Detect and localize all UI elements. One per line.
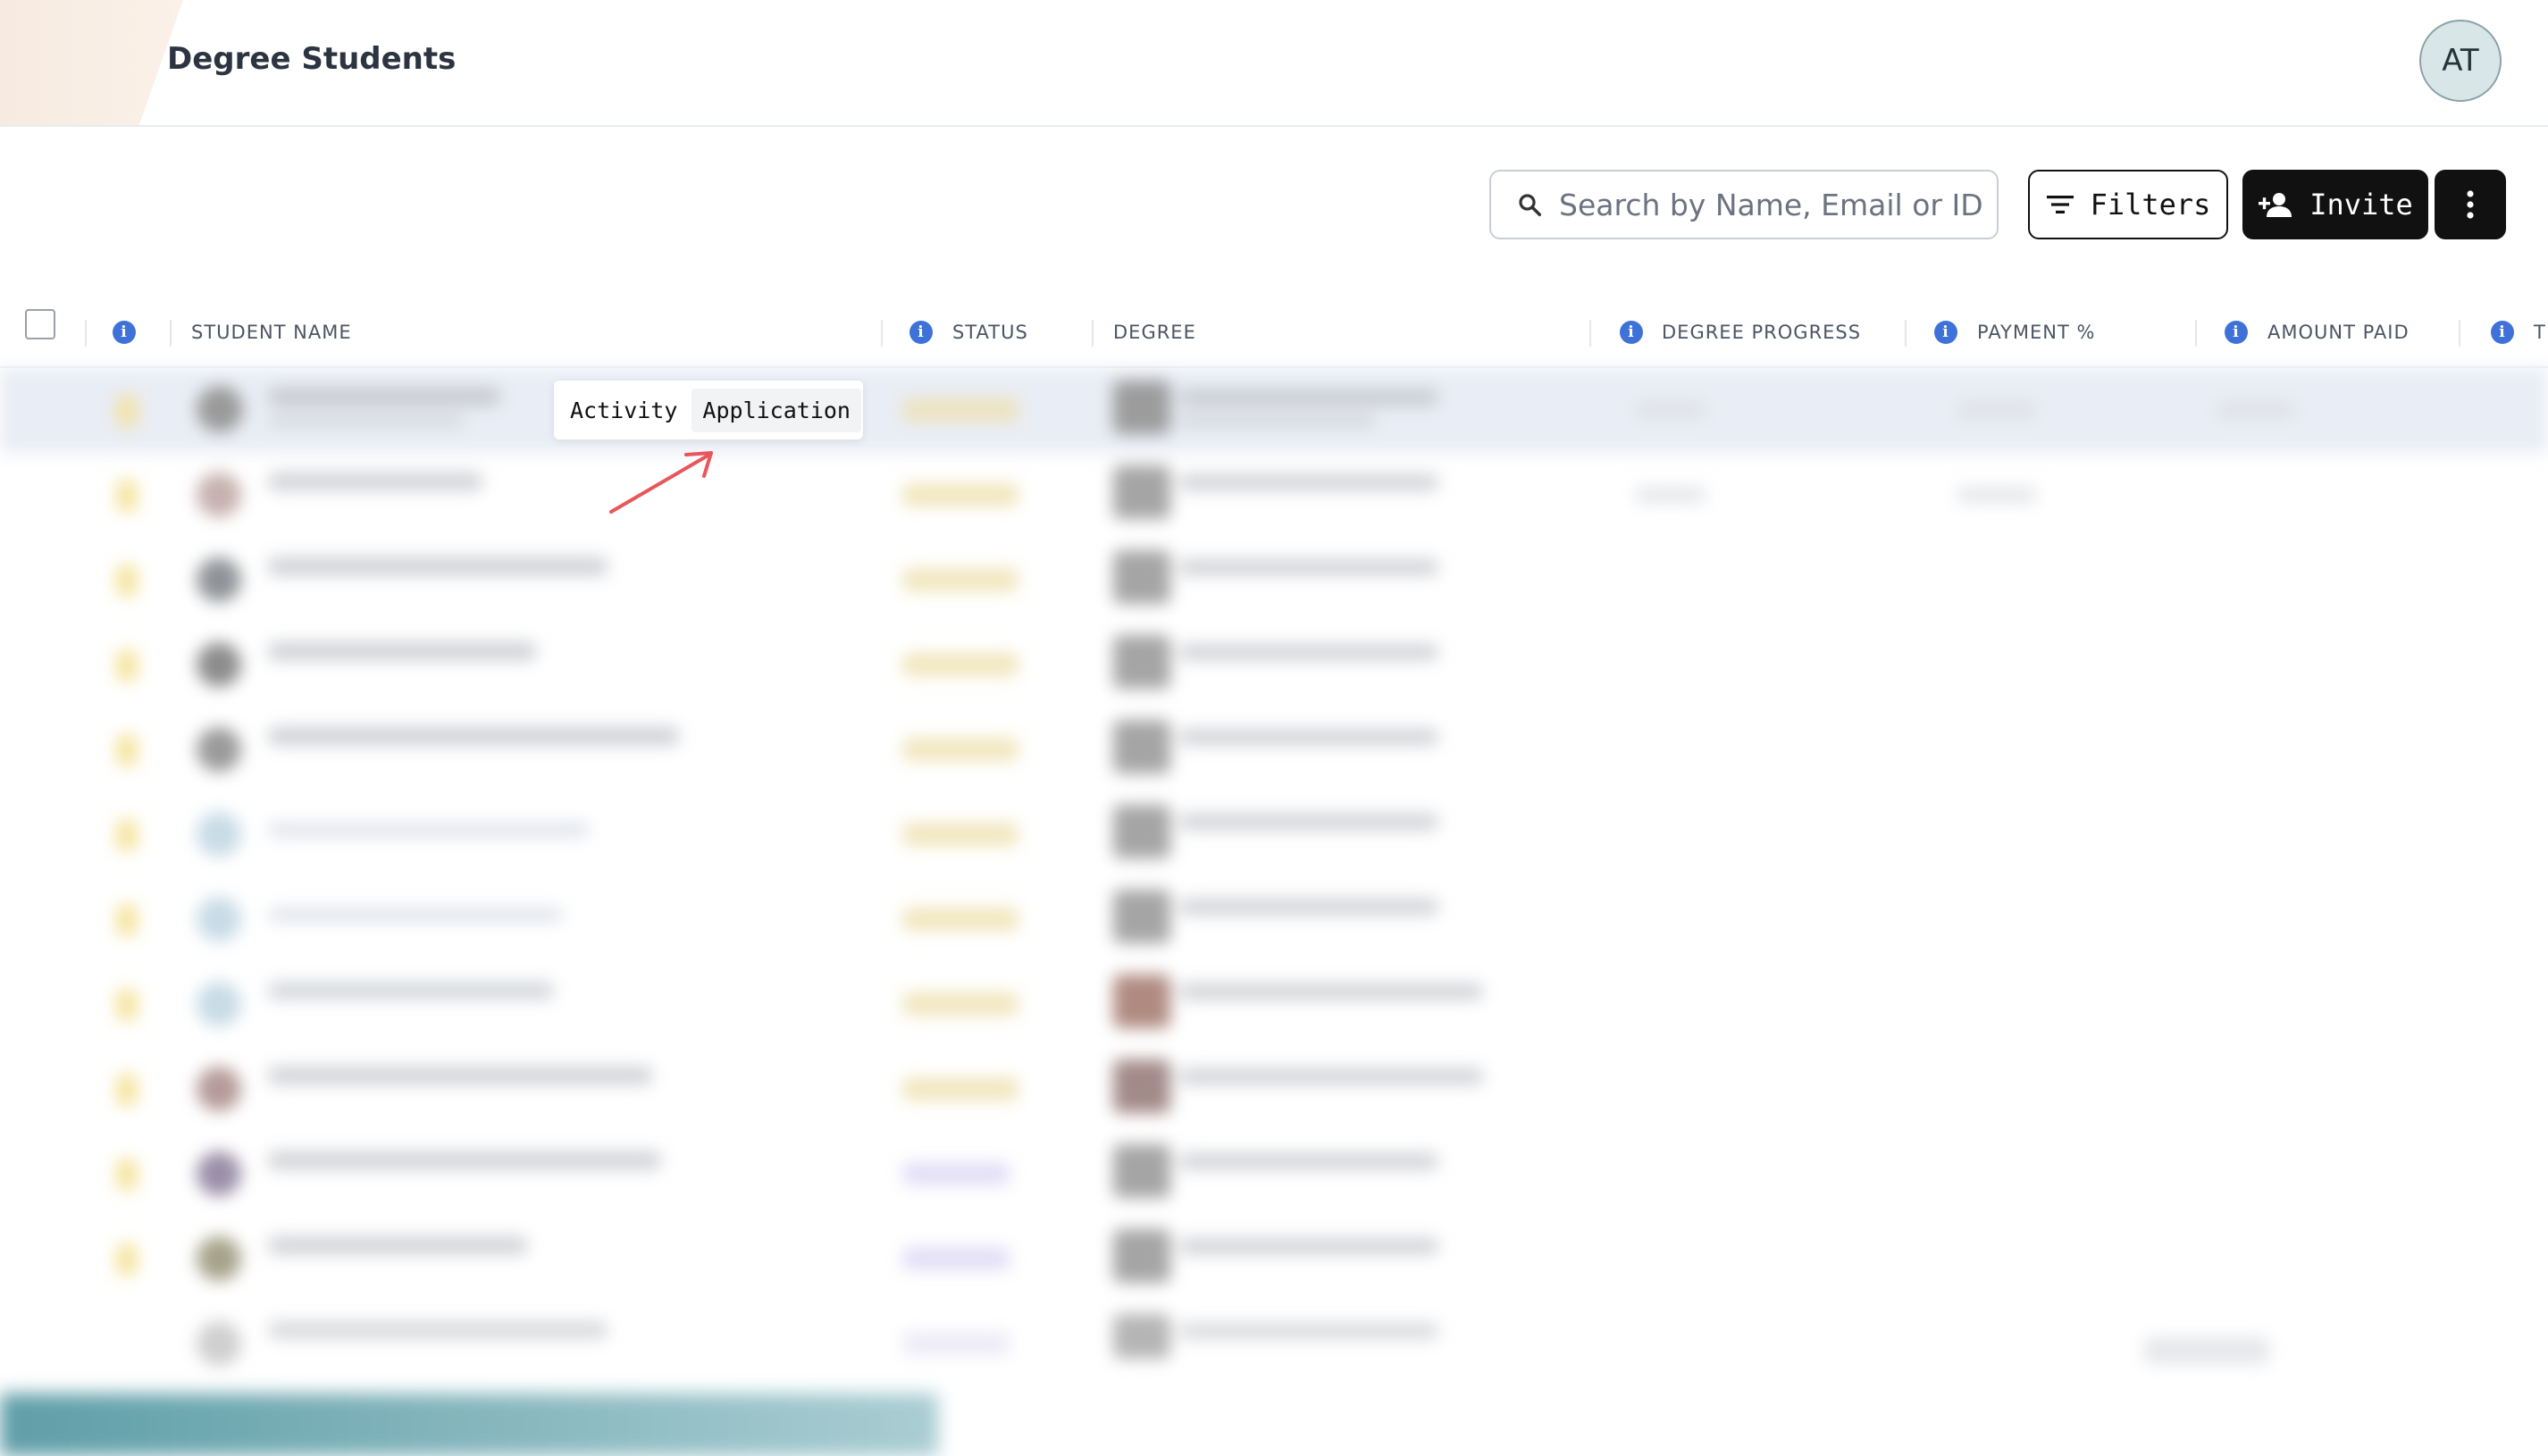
payment-info-icon[interactable]: i xyxy=(1934,298,1957,366)
application-option[interactable]: Application xyxy=(691,388,861,432)
column-separator xyxy=(881,320,883,347)
brand-logo[interactable] xyxy=(0,0,183,125)
info-icon: i xyxy=(1620,321,1643,344)
column-separator xyxy=(2459,320,2460,347)
student-rows xyxy=(0,368,2548,1368)
column-separator xyxy=(1589,320,1591,347)
table-row[interactable] xyxy=(0,1301,2548,1386)
table-row[interactable] xyxy=(0,453,2548,538)
table-row[interactable] xyxy=(0,1217,2548,1301)
info-icon: i xyxy=(1934,321,1957,344)
search-box[interactable] xyxy=(1489,170,1999,239)
column-separator xyxy=(2195,320,2197,347)
annotation-arrow-icon xyxy=(609,451,713,514)
table-row[interactable] xyxy=(0,623,2548,707)
amount-info-icon[interactable]: i xyxy=(2225,298,2248,366)
table-row[interactable] xyxy=(0,1132,2548,1217)
column-separator xyxy=(85,320,87,347)
more-vertical-icon xyxy=(2467,190,2474,219)
add-person-icon xyxy=(2259,193,2292,217)
column-student-name[interactable]: STUDENT NAME xyxy=(191,298,352,366)
table-row[interactable] xyxy=(0,707,2548,792)
page-title: Degree Students xyxy=(167,41,457,77)
more-options-button[interactable] xyxy=(2435,170,2506,239)
column-payment-percent[interactable]: PAYMENT % xyxy=(1977,298,2095,366)
table-row[interactable] xyxy=(0,1047,2548,1132)
search-icon xyxy=(1519,194,1541,216)
bottom-banner xyxy=(0,1393,938,1456)
activity-option[interactable]: Activity xyxy=(570,397,677,423)
invite-button[interactable]: Invite xyxy=(2242,170,2428,239)
table-header: i STUDENT NAME i STATUS DEGREE i DEGREE … xyxy=(0,298,2548,368)
column-status[interactable]: STATUS xyxy=(952,298,1028,366)
table-row[interactable] xyxy=(0,792,2548,877)
user-avatar[interactable]: AT xyxy=(2419,20,2502,102)
filters-button[interactable]: Filters xyxy=(2028,170,2228,239)
app-header: Degree Students AT xyxy=(0,0,2548,127)
column-truncated[interactable]: T xyxy=(2534,298,2546,366)
row-action-popover: Activity Application xyxy=(554,381,863,439)
info-icon: i xyxy=(909,321,933,344)
column-degree-progress[interactable]: DEGREE PROGRESS xyxy=(1662,298,1861,366)
info-icon: i xyxy=(2491,321,2514,344)
column-info-icon[interactable]: i xyxy=(113,298,136,366)
table-row[interactable] xyxy=(0,368,2548,453)
column-separator xyxy=(1092,320,1094,347)
next-info-icon[interactable]: i xyxy=(2491,298,2514,366)
table-row[interactable] xyxy=(0,538,2548,623)
info-icon: i xyxy=(2225,321,2248,344)
column-separator xyxy=(1905,320,1907,347)
filter-icon xyxy=(2046,196,2074,213)
search-input[interactable] xyxy=(1557,186,1990,223)
column-degree[interactable]: DEGREE xyxy=(1113,298,1196,366)
filters-label: Filters xyxy=(2090,188,2211,222)
status-info-icon[interactable]: i xyxy=(909,298,933,366)
column-amount-paid[interactable]: AMOUNT PAID xyxy=(2267,298,2410,366)
invite-label: Invite xyxy=(2309,188,2413,222)
column-separator xyxy=(170,320,172,347)
info-icon: i xyxy=(113,321,136,344)
table-row[interactable] xyxy=(0,962,2548,1047)
progress-info-icon[interactable]: i xyxy=(1620,298,1643,366)
table-row[interactable] xyxy=(0,877,2548,962)
